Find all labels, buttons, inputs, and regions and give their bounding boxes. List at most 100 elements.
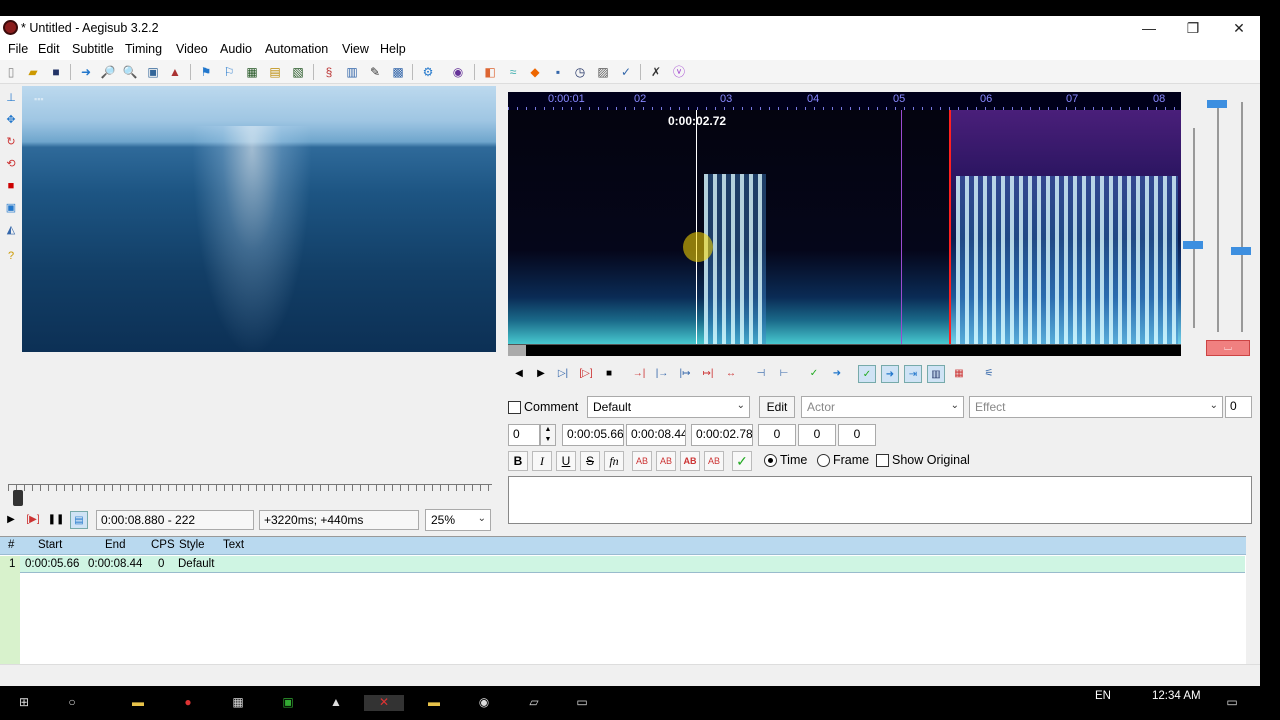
app-icon[interactable]: ▦ <box>228 695 248 711</box>
margin-right-field[interactable]: 0 <box>798 424 836 446</box>
app-icon[interactable]: ▭ <box>572 695 592 711</box>
link-sliders-icon[interactable]: ⌴ <box>1206 340 1250 356</box>
rotate-xy-icon[interactable]: ⟲ <box>3 156 19 172</box>
play-before-icon[interactable]: →| <box>630 365 648 383</box>
select-lines-icon[interactable]: ◆ <box>527 64 543 80</box>
bold-button[interactable]: B <box>508 451 528 471</box>
styles-manager-icon[interactable]: ⚐ <box>221 64 237 80</box>
margin-vertical-field[interactable]: 0 <box>838 424 876 446</box>
menu-subtitle[interactable]: Subtitle <box>72 42 114 56</box>
go-to-icon[interactable]: ➜ <box>828 365 846 383</box>
video-display[interactable]: ▪▪▪ <box>22 86 496 352</box>
chrome-icon[interactable]: ● <box>178 695 198 711</box>
timing-postprocessor-icon[interactable]: § <box>321 64 337 80</box>
time-radio[interactable] <box>764 454 777 467</box>
jump-icon[interactable]: ➜ <box>78 64 94 80</box>
lead-in-icon[interactable]: ⊣ <box>752 365 770 383</box>
zoom-dropdown[interactable]: 25% ⌄ <box>425 509 491 531</box>
notes-icon[interactable]: ▬ <box>424 695 444 711</box>
grid-scrollbar[interactable] <box>1246 537 1260 665</box>
comment-checkbox[interactable] <box>508 401 521 414</box>
subtitle-grid[interactable]: # Start End CPS Style Text 1 0:00:05.66 … <box>0 536 1260 665</box>
menu-timing[interactable]: Timing <box>125 42 162 56</box>
volume-slider-thumb[interactable] <box>1183 241 1203 249</box>
drag-tool-icon[interactable]: ✥ <box>3 112 19 128</box>
vector-clip-icon[interactable]: ◭ <box>3 222 19 238</box>
menu-automation[interactable]: Automation <box>265 42 328 56</box>
stop-icon[interactable]: ■ <box>600 365 618 383</box>
end-time-field[interactable]: 0:00:08.44 <box>626 424 686 446</box>
actor-dropdown[interactable]: Actor ⌄ <box>801 396 964 418</box>
translation-assistant-icon[interactable]: ▤ <box>267 64 283 80</box>
fonts-collector-icon[interactable]: ▲ <box>167 64 183 80</box>
play-line-icon[interactable]: [▶] <box>24 511 42 529</box>
margin-left-field[interactable]: 0 <box>758 424 796 446</box>
audio-scrollbar[interactable] <box>508 344 1181 356</box>
play-before-end-icon[interactable]: |↦ <box>676 365 694 383</box>
properties-icon[interactable]: ⚑ <box>198 64 214 80</box>
lead-out-icon[interactable]: ⊢ <box>775 365 793 383</box>
underline-button[interactable]: U <box>556 451 576 471</box>
clock[interactable]: 12:34 AM <box>1152 690 1201 702</box>
kanji-timer-icon[interactable]: ▥ <box>344 64 360 80</box>
table-row[interactable]: 0:00:05.66 0:00:08.44 0 Default <box>20 556 1245 573</box>
reload-icon[interactable]: ▨ <box>595 64 611 80</box>
audio-scroll-thumb[interactable] <box>508 345 526 356</box>
zoom-in-icon[interactable]: 🔎 <box>100 64 116 80</box>
notifications-icon[interactable]: ▭ <box>1222 695 1242 711</box>
about-icon[interactable]: ⓥ <box>671 64 687 80</box>
zoom-slider-track[interactable] <box>1217 102 1219 332</box>
help-icon[interactable]: ? <box>3 248 19 264</box>
aegisub-taskbar-icon[interactable]: ✕ <box>364 695 404 711</box>
video-seek-bar[interactable] <box>8 484 492 494</box>
menu-help[interactable]: Help <box>380 42 406 56</box>
timer-icon[interactable]: ◷ <box>572 64 588 80</box>
effect-dropdown[interactable]: Effect ⌄ <box>969 396 1223 418</box>
script-icon[interactable]: ◉ <box>450 64 466 80</box>
commit-icon[interactable]: ✓ <box>805 365 823 383</box>
prev-line-icon[interactable]: ◀ <box>510 365 528 383</box>
resample-icon[interactable]: ▧ <box>290 64 306 80</box>
minimize-button[interactable]: — <box>1126 18 1172 38</box>
menu-audio[interactable]: Audio <box>220 42 252 56</box>
auto-scroll-icon[interactable]: ▤ <box>70 511 88 529</box>
scale-icon[interactable]: ■ <box>3 178 19 194</box>
play-after-end-icon[interactable]: ↦| <box>699 365 717 383</box>
play-icon[interactable]: ▶ <box>2 511 20 529</box>
karaoke-icon[interactable]: ▦ <box>950 365 968 383</box>
menu-video[interactable]: Video <box>176 42 208 56</box>
vzoom-slider-track[interactable] <box>1241 102 1243 332</box>
primary-color-icon[interactable]: AB <box>632 451 652 471</box>
volume-slider-track[interactable] <box>1193 128 1195 328</box>
folder-icon[interactable]: ▬ <box>128 695 148 711</box>
pen-icon[interactable]: ✎ <box>367 64 383 80</box>
standard-tool-icon[interactable]: ⊥ <box>3 90 19 106</box>
show-original-checkbox[interactable] <box>876 454 889 467</box>
karaoke-edit-icon[interactable]: ⚟ <box>980 365 998 383</box>
play-selection-icon[interactable]: ▷| <box>554 365 572 383</box>
replace-icon[interactable]: ≈ <box>505 64 521 80</box>
start-time-field[interactable]: 0:00:05.66 <box>562 424 624 446</box>
style-dropdown[interactable]: Default ⌄ <box>587 396 750 418</box>
auto-commit-icon[interactable]: ✓ <box>858 365 876 383</box>
italic-button[interactable]: I <box>532 451 552 471</box>
save-icon[interactable]: ■ <box>48 64 64 80</box>
layer-field[interactable]: 0 <box>508 424 540 446</box>
edit-style-button[interactable]: Edit <box>759 396 795 418</box>
open-file-icon[interactable]: ▰ <box>25 64 41 80</box>
restore-button[interactable]: ❐ <box>1170 18 1216 38</box>
subtitle-text-editor[interactable] <box>508 476 1252 524</box>
layer-spinner-icon[interactable]: ▲ ▼ <box>540 424 556 446</box>
seek-thumb[interactable] <box>13 490 23 506</box>
app-icon[interactable]: ▣ <box>278 695 298 711</box>
auto-next-icon[interactable]: ➜ <box>881 365 899 383</box>
vzoom-slider-thumb[interactable] <box>1231 247 1251 255</box>
new-file-icon[interactable]: ▯ <box>3 64 19 80</box>
language-indicator[interactable]: EN <box>1095 690 1111 702</box>
options-icon[interactable]: ✗ <box>648 64 664 80</box>
clip-icon[interactable]: ▣ <box>3 200 19 216</box>
close-button[interactable]: ✕ <box>1216 18 1260 38</box>
app-icon[interactable]: ◉ <box>474 695 494 711</box>
strikeout-button[interactable]: S <box>580 451 600 471</box>
play-current-line-icon[interactable]: [▷] <box>577 365 595 383</box>
